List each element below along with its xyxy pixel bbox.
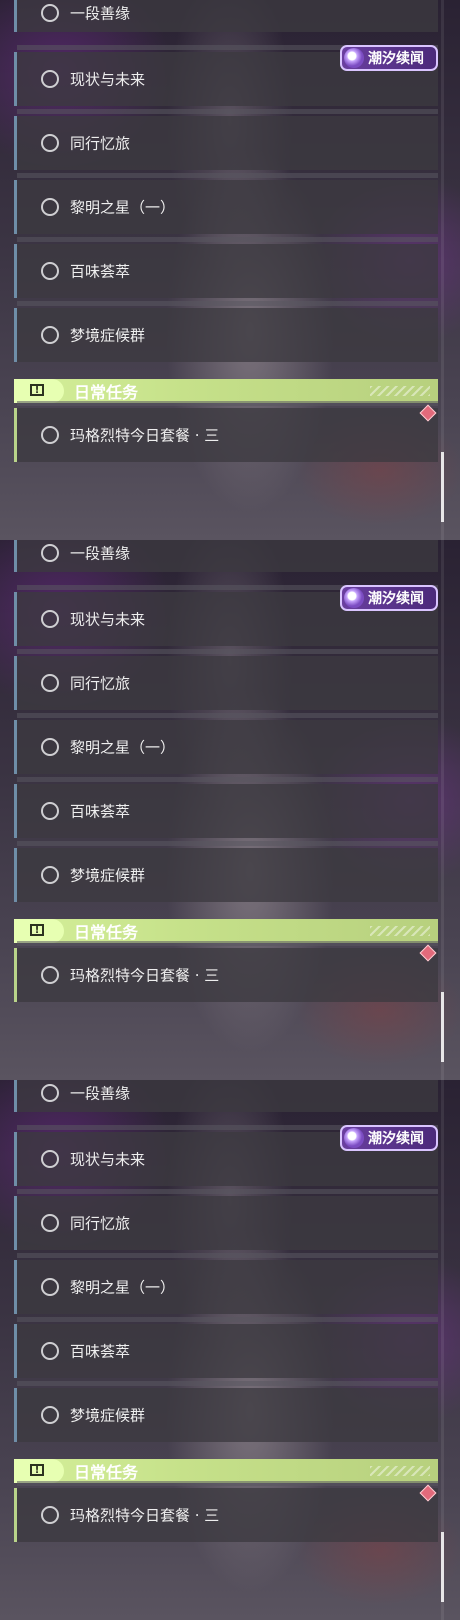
event-badge[interactable]: 潮汐续闻 — [340, 45, 438, 71]
quest-label: 现状与未来 — [70, 70, 146, 89]
quest-label: 黎明之星（一） — [70, 738, 176, 757]
quest-panel: 一段善缘 现状与未来 同行忆旅 黎明之星（一） 百味荟萃 梦境症候群 ! 日常任… — [0, 1080, 460, 1620]
quest-label: 梦境症候群 — [70, 326, 146, 345]
quest-item[interactable]: 百味荟萃 — [14, 237, 438, 298]
section-title: 日常任务 — [74, 1463, 139, 1482]
circle-icon — [41, 866, 59, 884]
daily-section-header[interactable]: ! 日常任务 — [14, 379, 438, 403]
quest-item[interactable]: 一段善缘 — [14, 540, 438, 572]
event-badge[interactable]: 潮汐续闻 — [340, 585, 438, 611]
daily-quest-item[interactable]: 玛格烈特今日套餐 · 三 — [14, 941, 438, 1002]
circle-icon — [41, 262, 59, 280]
exclamation-icon: ! — [14, 379, 64, 403]
quest-label: 玛格烈特今日套餐 · 三 — [70, 966, 220, 985]
event-badge-label: 潮汐续闻 — [368, 1131, 424, 1147]
quest-item[interactable]: 梦境症候群 — [14, 1381, 438, 1442]
quest-item[interactable]: 同行忆旅 — [14, 649, 438, 710]
daily-section-header[interactable]: ! 日常任务 — [14, 1459, 438, 1483]
circle-icon — [41, 134, 59, 152]
circle-icon — [41, 674, 59, 692]
quest-panel: 一段善缘 现状与未来 同行忆旅 黎明之星（一） 百味荟萃 梦境症候群 ! 日常任… — [0, 0, 460, 540]
event-badge[interactable]: 潮汐续闻 — [340, 1125, 438, 1151]
circle-icon — [41, 1406, 59, 1424]
circle-icon — [41, 738, 59, 756]
circle-icon — [41, 966, 59, 984]
circle-icon — [41, 426, 59, 444]
quest-item[interactable]: 黎明之星（一） — [14, 1253, 438, 1314]
quest-item[interactable]: 黎明之星（一） — [14, 173, 438, 234]
quest-label: 百味荟萃 — [70, 262, 131, 281]
tide-logo-icon — [344, 48, 364, 68]
quest-item[interactable]: 一段善缘 — [14, 0, 438, 32]
quest-item[interactable]: 百味荟萃 — [14, 1317, 438, 1378]
quest-label: 一段善缘 — [70, 4, 131, 23]
decorative-stripes — [370, 926, 430, 936]
circle-icon — [41, 4, 59, 22]
quest-item[interactable]: 黎明之星（一） — [14, 713, 438, 774]
quest-item[interactable]: 梦境症候群 — [14, 841, 438, 902]
quest-label: 同行忆旅 — [70, 134, 131, 153]
circle-icon — [41, 1150, 59, 1168]
quest-item[interactable]: 同行忆旅 — [14, 1189, 438, 1250]
circle-icon — [41, 326, 59, 344]
tide-logo-icon — [344, 588, 364, 608]
quest-item[interactable]: 一段善缘 — [14, 1080, 438, 1112]
event-badge-label: 潮汐续闻 — [368, 591, 424, 607]
quest-label: 玛格烈特今日套餐 · 三 — [70, 426, 220, 445]
quest-label: 一段善缘 — [70, 1084, 131, 1103]
circle-icon — [41, 610, 59, 628]
quest-label: 百味荟萃 — [70, 1342, 131, 1361]
decorative-stripes — [370, 1466, 430, 1476]
circle-icon — [41, 1214, 59, 1232]
daily-quest-item[interactable]: 玛格烈特今日套餐 · 三 — [14, 1481, 438, 1542]
circle-icon — [41, 544, 59, 562]
circle-icon — [41, 1084, 59, 1102]
daily-quest-item[interactable]: 玛格烈特今日套餐 · 三 — [14, 401, 438, 462]
quest-item[interactable]: 梦境症候群 — [14, 301, 438, 362]
quest-label: 梦境症候群 — [70, 1406, 146, 1425]
exclamation-icon: ! — [14, 1459, 64, 1483]
daily-section-header[interactable]: ! 日常任务 — [14, 919, 438, 943]
section-title: 日常任务 — [74, 383, 139, 402]
quest-panel: 一段善缘 现状与未来 同行忆旅 黎明之星（一） 百味荟萃 梦境症候群 ! 日常任… — [0, 540, 460, 1080]
scrollbar-thumb[interactable] — [441, 452, 444, 522]
event-badge-label: 潮汐续闻 — [368, 51, 424, 67]
quest-label: 同行忆旅 — [70, 1214, 131, 1233]
circle-icon — [41, 1278, 59, 1296]
quest-label: 百味荟萃 — [70, 802, 131, 821]
quest-label: 同行忆旅 — [70, 674, 131, 693]
quest-label: 现状与未来 — [70, 1150, 146, 1169]
circle-icon — [41, 70, 59, 88]
quest-label: 梦境症候群 — [70, 866, 146, 885]
quest-label: 现状与未来 — [70, 610, 146, 629]
decorative-stripes — [370, 386, 430, 396]
quest-label: 玛格烈特今日套餐 · 三 — [70, 1506, 220, 1525]
scrollbar-thumb[interactable] — [441, 1532, 444, 1602]
circle-icon — [41, 1342, 59, 1360]
quest-item[interactable]: 百味荟萃 — [14, 777, 438, 838]
tide-logo-icon — [344, 1128, 364, 1148]
circle-icon — [41, 802, 59, 820]
scrollbar-thumb[interactable] — [441, 992, 444, 1062]
quest-label: 黎明之星（一） — [70, 198, 176, 217]
quest-label: 一段善缘 — [70, 544, 131, 563]
exclamation-icon: ! — [14, 919, 64, 943]
circle-icon — [41, 1506, 59, 1524]
section-title: 日常任务 — [74, 923, 139, 942]
circle-icon — [41, 198, 59, 216]
quest-item[interactable]: 同行忆旅 — [14, 109, 438, 170]
quest-label: 黎明之星（一） — [70, 1278, 176, 1297]
